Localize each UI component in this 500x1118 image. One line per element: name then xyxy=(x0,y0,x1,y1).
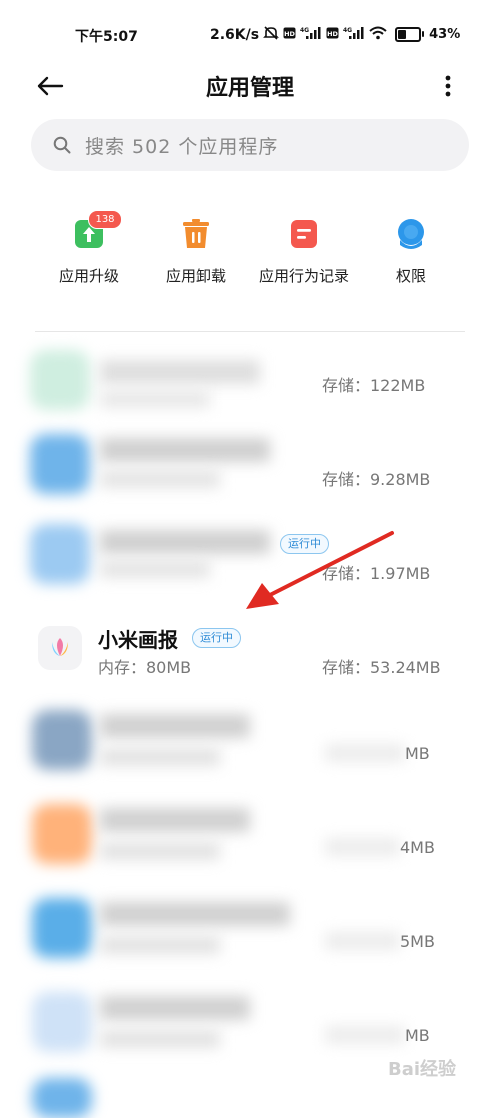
app-icon-blurred xyxy=(32,710,92,770)
app-storage: 存储：9.28MB xyxy=(322,470,431,489)
tool-app-upgrade[interactable]: 138 应用升级 xyxy=(34,210,144,286)
app-name-blurred xyxy=(100,996,250,1020)
tool-app-behavior-record[interactable]: 应用行为记录 xyxy=(249,218,359,286)
battery-percent: 43% xyxy=(429,27,461,42)
mute-icon xyxy=(263,26,280,43)
app-storage: MB xyxy=(405,744,430,763)
app-detail-blurred xyxy=(100,748,220,766)
document-icon xyxy=(288,218,320,250)
battery-icon xyxy=(395,27,425,42)
upgrade-count-badge: 138 xyxy=(88,210,122,229)
signal-4g-icon: 4G xyxy=(300,26,322,43)
app-storage: 5MB xyxy=(400,932,435,951)
shield-icon xyxy=(395,218,427,250)
app-list-item[interactable]: 存储：9.28MB xyxy=(0,432,500,526)
app-list-item[interactable]: 5MB xyxy=(0,888,500,982)
app-detail-blurred xyxy=(100,560,210,578)
wifi-icon xyxy=(369,26,387,43)
app-icon-blurred xyxy=(32,804,92,864)
tool-permissions[interactable]: 权限 xyxy=(356,218,466,286)
app-name: 小米画报 xyxy=(98,628,178,652)
app-detail-blurred xyxy=(100,390,210,408)
tool-label: 权限 xyxy=(395,267,426,285)
app-storage-blurred xyxy=(325,1026,405,1044)
network-speed: 2.6K/s xyxy=(210,26,260,43)
tulip-icon xyxy=(38,626,82,670)
more-vertical-icon xyxy=(445,75,451,97)
app-list-item[interactable]: 运行中 存储：1.97MB xyxy=(0,524,500,620)
app-icon-blurred xyxy=(32,992,92,1052)
app-detail-blurred xyxy=(100,936,220,954)
hd-icon: HD xyxy=(326,27,339,42)
app-list-item[interactable]: 存储：122MB xyxy=(0,338,500,432)
more-button[interactable] xyxy=(430,66,466,106)
app-storage: MB xyxy=(405,1026,430,1045)
app-name-blurred xyxy=(100,902,290,926)
app-icon-blurred xyxy=(32,898,92,958)
app-detail-blurred xyxy=(100,842,220,860)
app-storage: 存储：1.97MB xyxy=(322,564,431,583)
search-input[interactable]: 搜索 502 个应用程序 xyxy=(31,119,469,171)
app-name-blurred xyxy=(100,530,270,554)
tool-app-uninstall[interactable]: 应用卸载 xyxy=(141,218,251,286)
app-storage-blurred xyxy=(325,744,405,762)
app-list-item[interactable]: MB xyxy=(0,700,500,794)
header: 应用管理 xyxy=(0,60,500,108)
tool-row: 138 应用升级 应用卸载 应用行为记录 权限 xyxy=(0,210,500,298)
signal-4g-icon: 4G xyxy=(343,26,365,43)
svg-text:HD: HD xyxy=(284,30,295,38)
app-detail-blurred xyxy=(100,470,220,488)
app-icon-blurred xyxy=(30,350,90,410)
hd-icon: HD xyxy=(283,27,296,42)
search-placeholder: 搜索 502 个应用程序 xyxy=(85,135,279,158)
app-detail-blurred xyxy=(100,1030,220,1048)
app-name-blurred xyxy=(100,714,250,738)
running-badge: 运行中 xyxy=(192,628,241,648)
app-memory: 内存：80MB xyxy=(98,658,192,677)
status-time: 下午5:07 xyxy=(75,29,138,45)
search-icon xyxy=(53,136,71,154)
app-icon-blurred xyxy=(32,1078,92,1118)
app-storage: 4MB xyxy=(400,838,435,857)
app-storage-blurred xyxy=(325,932,400,950)
app-storage: 存储：122MB xyxy=(322,376,426,395)
app-storage: 存储：53.24MB xyxy=(322,658,441,677)
battery-fill xyxy=(398,30,406,39)
svg-text:HD: HD xyxy=(327,30,338,38)
tool-label: 应用行为记录 xyxy=(258,267,349,285)
app-name-blurred xyxy=(100,808,250,832)
divider xyxy=(35,331,465,332)
app-name-blurred xyxy=(100,360,260,384)
trash-icon xyxy=(180,218,212,250)
upgrade-icon: 138 xyxy=(73,210,122,250)
app-name-blurred xyxy=(100,438,270,462)
page-title: 应用管理 xyxy=(205,76,294,101)
tool-label: 应用卸载 xyxy=(165,267,226,285)
app-list-item[interactable]: 4MB xyxy=(0,794,500,888)
svg-text:4G: 4G xyxy=(343,27,352,34)
running-badge: 运行中 xyxy=(280,534,329,554)
status-icons: 2.6K/s HD 4G HD 4G 43% xyxy=(210,26,460,43)
tool-label: 应用升级 xyxy=(58,267,119,285)
svg-text:4G: 4G xyxy=(300,27,309,34)
app-icon-blurred xyxy=(30,434,90,494)
app-storage-blurred xyxy=(325,838,400,856)
watermark: Bai经验 xyxy=(388,1059,457,1080)
status-bar: 下午5:07 2.6K/s HD 4G HD 4G 43% xyxy=(0,20,500,50)
app-icon-blurred xyxy=(30,524,90,584)
